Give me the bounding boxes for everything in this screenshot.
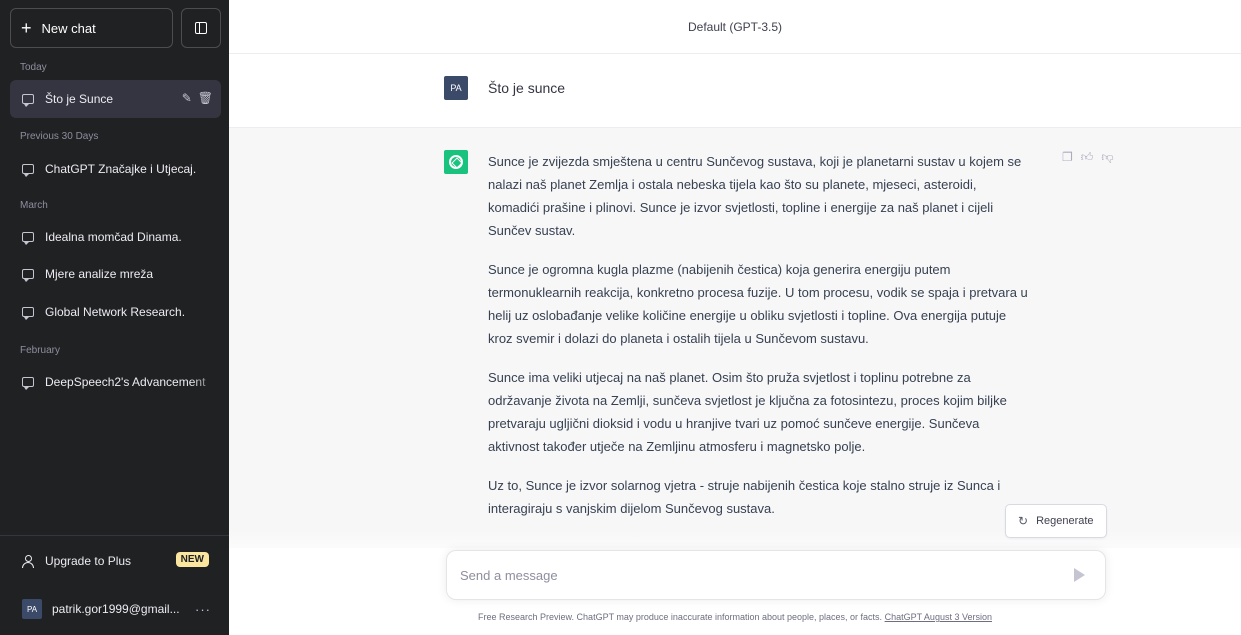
assistant-message-row: Sunce je zvijezda smještena u centru Sun…	[229, 128, 1241, 548]
regenerate-button[interactable]: ↻ Regenerate	[1005, 504, 1107, 538]
chat-bubble-icon	[22, 164, 34, 177]
chat-title: Što je Sunce	[45, 92, 114, 106]
new-badge: NEW	[175, 552, 209, 567]
message-input[interactable]	[460, 567, 1040, 583]
edit-icon[interactable]: ✎	[182, 91, 192, 105]
section-label-february: February	[20, 345, 61, 356]
version-link[interactable]: ChatGPT August 3 Version	[885, 612, 992, 622]
new-chat-button[interactable]: + New chat	[10, 8, 173, 48]
sidebar-chat-item[interactable]: Global Network Research.	[10, 293, 221, 331]
footer-text: Free Research Preview. ChatGPT may produ…	[478, 612, 883, 622]
account-email: patrik.gor1999@gmail...	[52, 602, 180, 616]
answer-paragraph: Sunce je zvijezda smještena u centru Sun…	[488, 154, 1022, 238]
section-label-march: March	[20, 200, 48, 211]
section-label-today: Today	[20, 62, 47, 73]
account-menu-button[interactable]: PA patrik.gor1999@gmail... ···	[10, 590, 221, 628]
chatgpt-logo-icon	[444, 150, 468, 174]
model-header: Default (GPT-3.5)	[229, 0, 1241, 54]
copy-icon[interactable]: ❐	[1062, 150, 1073, 165]
sidebar-top: + New chat	[10, 8, 221, 48]
user-message: Što je sunce	[488, 80, 566, 96]
upgrade-to-plus-button[interactable]: Upgrade to Plus NEW	[10, 542, 221, 580]
sidebar-chat-item[interactable]: Što je Sunce ✎ 🗑	[10, 80, 221, 118]
more-icon[interactable]: ···	[195, 602, 211, 617]
chat-bubble-icon	[22, 307, 34, 320]
sidebar-bottom: Upgrade to Plus NEW PA patrik.gor1999@gm…	[0, 535, 229, 635]
send-icon[interactable]	[1074, 568, 1085, 582]
answer-paragraph: Sunce ima veliki utjecaj na naš planet. …	[488, 370, 1007, 454]
avatar: PA	[22, 599, 42, 619]
chat-title: Idealna momčad Dinama.	[45, 230, 182, 244]
chat-title: ChatGPT Značajke i Utjecaj.	[45, 162, 197, 176]
thumbs-down-icon[interactable]: 👎︎	[1101, 150, 1113, 165]
sidebar-chat-item[interactable]: ChatGPT Značajke i Utjecaj.	[10, 150, 221, 188]
message-input-box	[446, 550, 1106, 600]
sidebar: + New chat Today Što je Sunce ✎ 🗑 Previo…	[0, 0, 229, 635]
thumbs-up-icon[interactable]: 👍︎	[1081, 150, 1094, 165]
chat-actions: ✎ 🗑	[182, 91, 213, 105]
sidebar-chat-item[interactable]: DeepSpeech2's Advancement	[10, 363, 221, 401]
footer-disclaimer: Free Research Preview. ChatGPT may produ…	[229, 612, 1241, 622]
title-fade	[191, 363, 221, 401]
regenerate-label: Regenerate	[1036, 515, 1094, 527]
user-message-row: PA Što je sunce	[229, 54, 1241, 128]
trash-icon[interactable]: 🗑	[198, 91, 213, 105]
sidebar-chat-item[interactable]: Idealna momčad Dinama.	[10, 218, 221, 256]
section-label-previous-30-days: Previous 30 Days	[20, 131, 99, 142]
refresh-icon: ↻	[1018, 514, 1029, 528]
chat-bubble-icon	[22, 269, 34, 282]
plus-icon: +	[21, 18, 32, 38]
toggle-sidebar-button[interactable]	[181, 8, 221, 48]
chat-bubble-icon	[22, 232, 34, 245]
message-actions: ❐ 👍︎ 👎︎	[1062, 150, 1114, 165]
chat-title: Global Network Research.	[45, 305, 186, 319]
sidebar-chat-item[interactable]: Mjere analize mreža	[10, 255, 221, 293]
model-name: Default (GPT-3.5)	[687, 19, 783, 34]
sidebar-toggle-icon	[195, 22, 207, 34]
assistant-message: Sunce je zvijezda smještena u centru Sun…	[488, 150, 1028, 536]
chat-bubble-icon	[22, 377, 34, 390]
main-panel: Default (GPT-3.5) PA Što je sunce Sunce …	[229, 0, 1241, 635]
person-icon	[22, 555, 34, 568]
chat-title: DeepSpeech2's Advancement	[45, 375, 206, 389]
upgrade-label: Upgrade to Plus	[45, 554, 132, 568]
new-chat-label: New chat	[41, 20, 96, 36]
answer-paragraph: Sunce je ogromna kugla plazme (nabijenih…	[488, 262, 1028, 346]
chat-bubble-icon	[22, 94, 34, 107]
answer-paragraph: Uz to, Sunce je izvor solarnog vjetra - …	[488, 478, 1001, 516]
user-avatar: PA	[444, 76, 468, 100]
chat-title: Mjere analize mreža	[45, 267, 154, 281]
